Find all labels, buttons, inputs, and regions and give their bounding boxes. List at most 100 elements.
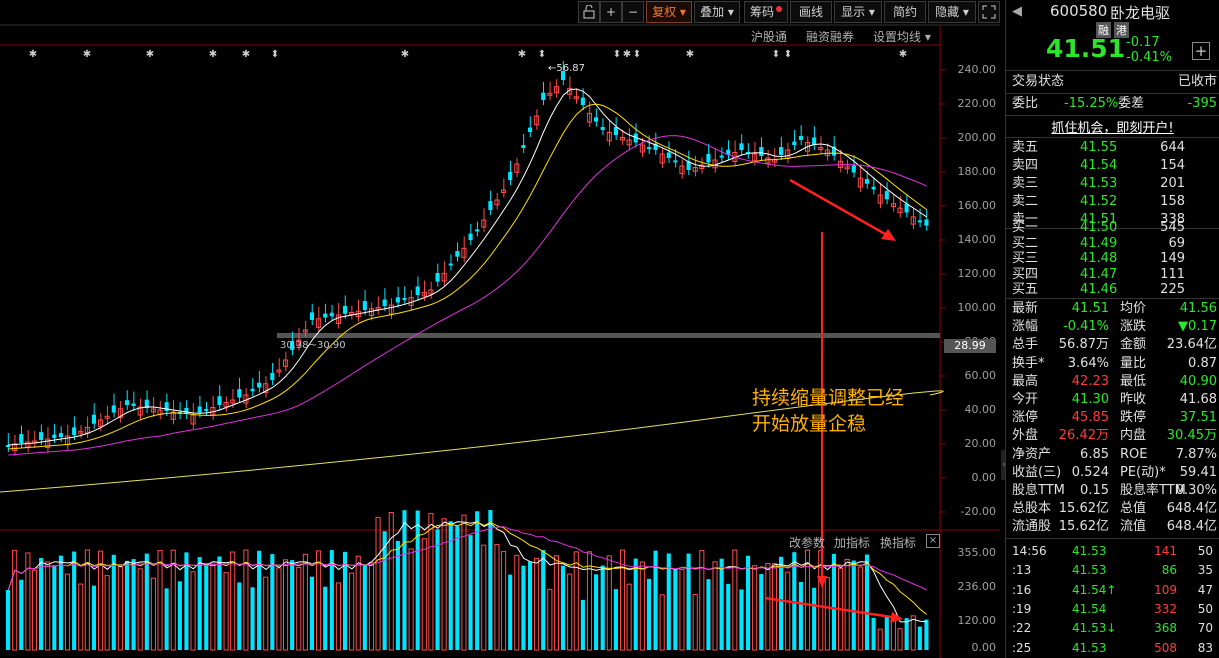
volume-axis-label: 355.00	[957, 546, 997, 559]
event-marker-icon: ⬍	[633, 49, 641, 60]
event-marker-icon: ⬍	[538, 49, 546, 60]
candle-body	[666, 152, 671, 158]
candle-body	[164, 402, 169, 411]
volume-bar	[726, 583, 731, 650]
volume-bar	[223, 572, 229, 651]
volume-bar	[679, 569, 685, 651]
volume-bar	[461, 514, 467, 651]
volume-bar	[64, 573, 71, 651]
candle-body	[39, 432, 44, 440]
candle-body	[455, 251, 460, 257]
candle-body	[237, 389, 242, 398]
candle-body	[580, 97, 585, 105]
volume-bar	[541, 550, 546, 650]
volume-bar	[323, 586, 328, 650]
jiazhibiao-link[interactable]: 加指标	[834, 534, 870, 551]
volume-bar	[362, 564, 367, 650]
event-marker-icon: ✱	[623, 49, 631, 60]
candle-body	[402, 297, 407, 300]
tick-volume: 508	[1154, 640, 1177, 655]
volume-bar	[230, 551, 236, 651]
candle-body	[250, 388, 255, 392]
volume-bar	[857, 566, 863, 651]
stat-value: 30.45万	[1166, 428, 1217, 444]
candle-body	[812, 137, 817, 145]
candle-body	[792, 141, 797, 145]
current-price-tag: 28.99	[944, 339, 996, 353]
volume-bar	[871, 617, 876, 650]
stat-label: 总值	[1120, 501, 1147, 517]
volume-bar	[884, 616, 889, 650]
candle-body	[541, 92, 546, 100]
volume-bar	[567, 573, 573, 651]
stat-value: 648.4亿	[1166, 519, 1217, 535]
stat-value: -0.41%	[1063, 319, 1109, 335]
stat-label: PE(动)*	[1120, 464, 1166, 480]
buy-level-volume: 225	[1160, 282, 1185, 297]
stat-label: 收益(三)	[1012, 464, 1062, 480]
stat-label: 今开	[1012, 392, 1039, 407]
volume-bar	[547, 588, 553, 651]
tick-time: :16	[1012, 582, 1032, 597]
volume-bar	[402, 510, 407, 650]
price-axis-label: 100.00	[957, 301, 997, 314]
tick-volume: 86	[1161, 563, 1177, 578]
volume-bar	[798, 581, 803, 650]
volume-bar	[441, 518, 447, 651]
candle-body	[673, 160, 678, 163]
volume-bar	[712, 561, 718, 651]
volume-bar	[488, 510, 493, 650]
stat-value: 56.87万	[1058, 337, 1109, 353]
volume-bar	[270, 554, 275, 650]
add-watchlist-icon[interactable]: +	[1192, 42, 1210, 60]
prev-stock-icon[interactable]: ◀	[1012, 4, 1022, 19]
stats-row: 股息TTM 0.15 股息率TTM 0.30%	[1012, 482, 1217, 500]
event-marker-icon: ⬍	[784, 49, 792, 60]
stat-label: 金额	[1120, 337, 1147, 353]
kline-chart[interactable]: ✱ ✱ ✱ ✱ ✱ ⬍ ✱ ✱ ⬍ ⬍ ✱ ⬍ ✱ ⬍ ⬍ ✱	[0, 0, 1000, 658]
tick-count: 50	[1197, 544, 1213, 558]
tick-count: 47	[1197, 582, 1213, 597]
trend-arrow-head	[881, 229, 896, 241]
volume-bar	[72, 551, 77, 650]
volume-bar	[388, 512, 394, 651]
candle-body	[91, 414, 96, 424]
volume-bar	[580, 599, 585, 650]
huanzhibiao-link[interactable]: 换指标	[880, 534, 916, 551]
promo-link[interactable]: 抓住机会，即刻开户!	[1006, 117, 1219, 136]
stat-value: 7.87%	[1175, 446, 1217, 462]
volume-bar	[150, 577, 156, 651]
stat-label: 流值	[1120, 519, 1147, 535]
volume-bar	[739, 589, 744, 650]
volume-bar	[527, 561, 533, 650]
price-axis-label: 180.00	[957, 165, 997, 178]
stat-value: 59.41	[1179, 464, 1217, 480]
stat-label: 净资产	[1012, 446, 1052, 462]
gaicanshu-link[interactable]: 改参数	[789, 534, 825, 551]
annotation-line2: 开始放量企稳	[752, 413, 867, 435]
volume-bar	[111, 554, 116, 650]
candle-body	[613, 126, 618, 135]
volume-bar	[124, 560, 130, 650]
candle-body	[217, 396, 222, 405]
volume-bar	[6, 590, 11, 650]
stock-chart-app: + − 复权 ▾ 叠加 ▾ 筹码 画线 显示 ▾ 简约 隐藏 ▾ 沪股通 融资融…	[0, 0, 1219, 658]
candle-body	[72, 427, 77, 435]
candle-body	[468, 233, 473, 240]
candle-body	[646, 147, 651, 150]
stat-label: 昨收	[1120, 392, 1147, 407]
tick-row: :22 41.53↓ 368 70	[1008, 619, 1217, 638]
sell-level-price: 41.52	[1080, 194, 1118, 209]
stat-value: 23.64亿	[1166, 337, 1217, 353]
volume-bar	[904, 618, 909, 650]
quote-panel: ◀ 600580 卧龙电驱 融 港 41.51 -0.17 -0.41% + 交…	[1005, 0, 1219, 658]
tick-price: 41.53	[1072, 640, 1107, 655]
annotation-line1: 持续缩量调整已经	[752, 387, 905, 409]
annotation-text: 持续缩量调整已经 开始放量企稳	[752, 385, 904, 437]
high-price-label: ←56.87	[548, 63, 586, 74]
stats-row: 今开 41.30 昨收 41.68	[1012, 391, 1217, 409]
event-marker-icon: ⬍	[271, 49, 279, 60]
price-change-pct: -0.41%	[1126, 50, 1172, 65]
tick-count: 83	[1197, 640, 1213, 655]
close-icon[interactable]: ×	[926, 534, 940, 548]
